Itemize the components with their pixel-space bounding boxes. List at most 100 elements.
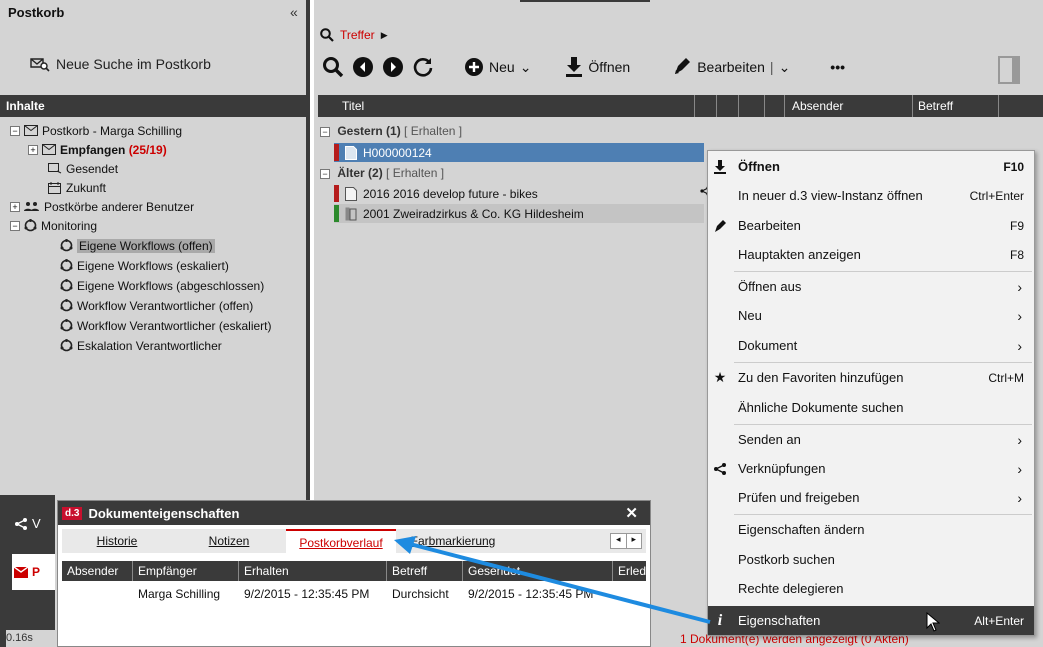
document-icon xyxy=(345,145,357,160)
arrow-right-circle-icon xyxy=(383,57,403,77)
collapse-toggle-icon[interactable]: − xyxy=(320,169,330,179)
new-button[interactable]: Neu ⌄ xyxy=(464,57,531,77)
more-button[interactable]: ••• xyxy=(830,59,845,75)
menu-item-open-from[interactable]: Öffnen aus › xyxy=(708,272,1034,301)
expand-toggle-icon[interactable]: + xyxy=(28,144,38,155)
expand-toggle-icon[interactable]: + xyxy=(10,201,20,212)
tree-label: Postkörbe anderer Benutzer xyxy=(44,199,195,214)
menu-item-similar[interactable]: Ähnliche Dokumente suchen xyxy=(708,393,1034,422)
download-icon xyxy=(566,57,583,77)
menu-item-new[interactable]: Neu › xyxy=(708,301,1034,330)
column-header-title[interactable]: Titel xyxy=(342,99,364,113)
workflow-icon xyxy=(60,339,73,352)
menu-item-find-postbox[interactable]: Postkorb suchen xyxy=(708,545,1034,574)
tree-item-zukunft[interactable]: Zukunft xyxy=(48,178,354,197)
group-label: Gestern (1) xyxy=(337,124,401,138)
menu-item-change-properties[interactable]: Eigenschaften ändern xyxy=(708,515,1034,544)
tree-label: Eigene Workflows (abgeschlossen) xyxy=(77,278,265,293)
group-yesterday[interactable]: − Gestern (1) [ Erhalten ] xyxy=(320,124,462,138)
mail-tab[interactable]: P xyxy=(12,554,55,590)
menu-item-main-files[interactable]: Hauptakten anzeigen F8 xyxy=(708,240,1034,269)
breadcrumb[interactable]: Treffer ▶ xyxy=(320,28,388,42)
new-search-button[interactable]: Neue Suche im Postkorb xyxy=(30,56,211,72)
column-header-sender[interactable]: Absender xyxy=(792,99,843,113)
open-button[interactable]: Öffnen xyxy=(565,57,630,77)
color-marker xyxy=(334,205,339,222)
workflow-icon xyxy=(60,299,73,312)
collapse-button[interactable]: « xyxy=(290,4,298,20)
workflow-icon xyxy=(60,239,73,252)
new-search-label: Neue Suche im Postkorb xyxy=(56,56,211,72)
menu-item-links[interactable]: Verknüpfungen › xyxy=(708,454,1034,483)
collapse-toggle-icon[interactable]: − xyxy=(10,125,20,136)
links-button[interactable]: V xyxy=(14,516,41,531)
refresh-button[interactable] xyxy=(412,56,434,78)
menu-item-send-to[interactable]: Senden an › xyxy=(708,425,1034,454)
layout-toggle-button[interactable] xyxy=(998,56,1028,84)
workflow-icon xyxy=(24,219,37,232)
tree-item-other-users[interactable]: + Postkörbe anderer Benutzer xyxy=(10,197,316,216)
menu-item-properties[interactable]: i Eigenschaften Alt+Enter xyxy=(708,606,1034,635)
list-header: Titel Absender Betreff xyxy=(318,95,1043,117)
document-title: 2016 2016 develop future - bikes xyxy=(363,186,538,201)
search-icon xyxy=(320,28,334,42)
edit-label: Bearbeiten xyxy=(697,59,765,75)
users-icon xyxy=(24,201,40,212)
list-item[interactable]: 2001 Zweiradzirkus & Co. KG Hildesheim xyxy=(334,204,704,223)
menu-item-open-new-instance[interactable]: In neuer d.3 view-Instanz öffnen Ctrl+En… xyxy=(708,181,1034,210)
mail-search-icon xyxy=(30,56,50,72)
search-button[interactable] xyxy=(322,56,344,78)
chevron-right-icon: › xyxy=(1017,278,1022,295)
dialog-title: Dokumenteigenschaften xyxy=(88,505,240,521)
mouse-cursor-icon xyxy=(926,612,940,632)
document-icon xyxy=(345,186,357,201)
contents-header: Inhalte xyxy=(0,95,310,117)
group-sort-link[interactable]: [ Erhalten ] xyxy=(404,124,462,138)
color-marker xyxy=(334,185,339,202)
tab-notizen[interactable]: Notizen xyxy=(174,529,284,553)
menu-item-add-favorite[interactable]: ★ Zu den Favoriten hinzufügen Ctrl+M xyxy=(708,363,1034,392)
menu-item-open[interactable]: Öffnen F10 xyxy=(708,152,1034,181)
color-marker xyxy=(334,144,339,161)
share-icon xyxy=(14,517,28,531)
column-header[interactable]: Absender xyxy=(67,564,118,578)
menu-item-edit[interactable]: Bearbeiten F9 xyxy=(708,211,1034,240)
group-sort-link[interactable]: [ Erhalten ] xyxy=(386,166,444,180)
collapse-toggle-icon[interactable]: − xyxy=(10,220,20,231)
menu-item-document[interactable]: Dokument › xyxy=(708,331,1034,360)
workflow-icon xyxy=(60,279,73,292)
pencil-icon xyxy=(675,58,691,74)
tree-item-postkorb[interactable]: − Postkorb - Marga Schilling xyxy=(10,121,316,140)
close-button[interactable]: ✕ xyxy=(625,504,638,522)
mail-icon xyxy=(14,566,28,578)
menu-item-delegate-rights[interactable]: Rechte delegieren xyxy=(708,574,1034,603)
tree-item-empfangen[interactable]: + Empfangen (25/19) xyxy=(28,140,334,159)
tree-label: Zukunft xyxy=(66,180,107,195)
back-button[interactable] xyxy=(352,56,374,78)
column-header[interactable]: Empfänger xyxy=(138,564,197,578)
tree-label: Workflow Verantwortlicher (offen) xyxy=(77,298,254,313)
tree-label: Postkorb - Marga Schilling xyxy=(42,123,183,138)
list-item[interactable]: H000000124 xyxy=(334,143,704,162)
annotation-arrow xyxy=(394,536,711,624)
tab-historie[interactable]: Historie xyxy=(62,529,172,553)
calendar-icon xyxy=(48,181,62,194)
top-accent xyxy=(520,0,650,2)
menu-item-review[interactable]: Prüfen und freigeben › xyxy=(708,483,1034,512)
chevron-down-icon: ⌄ xyxy=(778,58,791,75)
app-logo: d.3 xyxy=(62,506,83,520)
collapse-toggle-icon[interactable]: − xyxy=(320,127,330,137)
mail-icon xyxy=(42,144,56,155)
list-item[interactable]: 2016 2016 develop future - bikes xyxy=(334,184,704,203)
tree-item-monitoring[interactable]: − Monitoring xyxy=(10,216,316,235)
dialog-titlebar[interactable]: d.3 Dokumenteigenschaften ✕ xyxy=(58,501,650,525)
tree-item-gesendet[interactable]: Gesendet xyxy=(48,159,354,178)
edit-button[interactable]: Bearbeiten | ⌄ xyxy=(672,57,790,77)
column-header[interactable]: Erhalten xyxy=(244,564,289,578)
refresh-icon xyxy=(413,58,433,77)
chevron-right-icon: › xyxy=(1017,307,1022,324)
forward-button[interactable] xyxy=(382,56,404,78)
chevron-right-icon: › xyxy=(1017,489,1022,506)
column-header-subject[interactable]: Betreff xyxy=(918,99,953,113)
group-older[interactable]: − Älter (2) [ Erhalten ] xyxy=(320,166,444,180)
